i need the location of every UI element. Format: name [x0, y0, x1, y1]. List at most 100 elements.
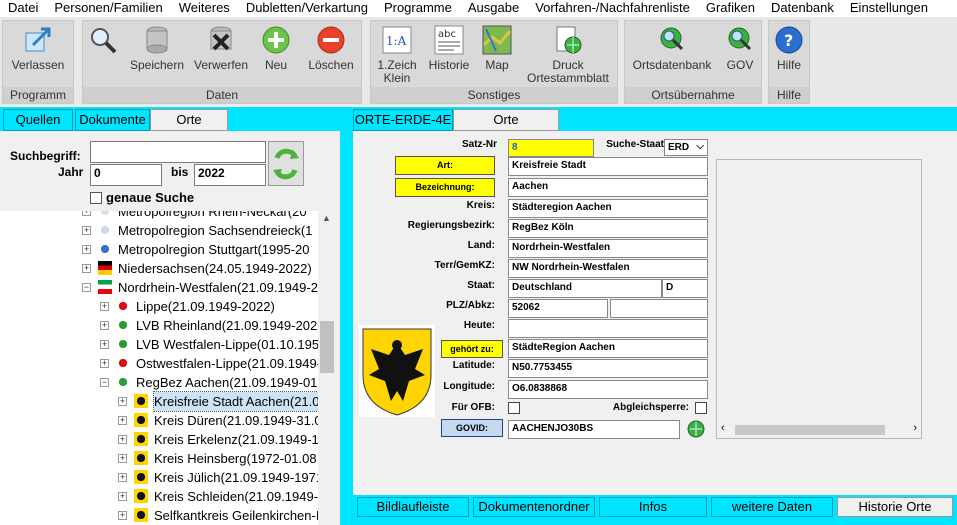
bezeichnung-field[interactable]: Aachen: [508, 178, 708, 197]
tree-item[interactable]: + LVB Westfalen-Lippe(01.10.195:: [0, 335, 318, 354]
bezeichnung-button[interactable]: Bezeichnung:: [395, 178, 495, 197]
zeich-klein-button[interactable]: 1:A 1.Zeich Klein: [371, 21, 423, 89]
tab-orte[interactable]: Orte: [150, 109, 228, 131]
expand-icon[interactable]: +: [100, 359, 109, 368]
ortsdatenbank-button[interactable]: Ortsdatenbank: [625, 21, 719, 89]
tree-item[interactable]: + Selfkantkreis Geilenkirchen-I: [0, 506, 318, 525]
menu-datenbank[interactable]: Datenbank: [763, 0, 842, 17]
art-field[interactable]: Kreisfreie Stadt: [508, 157, 708, 176]
tab-dokumente[interactable]: Dokumente: [75, 109, 150, 131]
loeschen-button[interactable]: Löschen: [301, 21, 361, 89]
terr-field[interactable]: NW Nordrhein-Westfalen: [508, 259, 708, 278]
regbez-field[interactable]: RegBez Köln: [508, 219, 708, 238]
tree-item[interactable]: − RegBez Aachen(21.09.1949-01.(: [0, 373, 318, 392]
neu-button[interactable]: Neu: [251, 21, 301, 89]
expand-icon[interactable]: +: [118, 454, 127, 463]
menu-programme[interactable]: Programme: [376, 0, 460, 17]
tab-dokumentenordner[interactable]: Dokumentenordner: [473, 497, 595, 517]
map-button[interactable]: Map: [475, 21, 519, 89]
staat-code-field[interactable]: D: [662, 279, 708, 298]
expand-icon[interactable]: +: [82, 264, 91, 273]
splitter-bar[interactable]: [340, 107, 353, 525]
gov-button[interactable]: GOV: [719, 21, 761, 89]
land-field[interactable]: Nordrhein-Westfalen: [508, 239, 708, 258]
expand-icon[interactable]: +: [118, 511, 127, 520]
image-hscrollbar[interactable]: ‹ ›: [717, 422, 921, 438]
menu-weiteres[interactable]: Weiteres: [171, 0, 238, 17]
art-button[interactable]: Art:: [395, 156, 495, 175]
menu-datei[interactable]: Datei: [0, 0, 46, 17]
tab-historie-orte[interactable]: Historie Orte: [837, 497, 953, 517]
suche-staat-select[interactable]: ERD ⌵: [664, 139, 708, 156]
tab-orte-detail[interactable]: Orte: [453, 109, 559, 131]
tree-item[interactable]: + Kreis Heinsberg(1972-01.08: [0, 449, 318, 468]
menu-vorfahren[interactable]: Vorfahren-/Nachfahrenliste: [527, 0, 698, 17]
hilfe-button[interactable]: ? Hilfe: [769, 21, 809, 89]
verwerfen-button[interactable]: Verwerfen: [191, 21, 251, 89]
verlassen-button[interactable]: Verlassen: [3, 21, 73, 89]
search-input[interactable]: [90, 141, 266, 163]
longitude-field[interactable]: O6.0838868: [508, 380, 708, 399]
kreis-field[interactable]: Städteregion Aachen: [508, 199, 708, 218]
tree-item[interactable]: + Kreis Schleiden(21.09.1949-': [0, 487, 318, 506]
refresh-button[interactable]: [268, 141, 304, 186]
expand-icon[interactable]: +: [118, 416, 127, 425]
scroll-up-icon[interactable]: ▲: [322, 213, 331, 223]
tab-quellen[interactable]: Quellen: [3, 109, 73, 131]
heute-field[interactable]: [508, 319, 708, 338]
speichern-button[interactable]: Speichern: [123, 21, 191, 89]
expand-icon[interactable]: +: [118, 492, 127, 501]
gov-lookup-button[interactable]: [687, 420, 705, 438]
abgleichsperre-checkbox[interactable]: [695, 402, 707, 414]
expand-icon[interactable]: +: [82, 226, 91, 235]
tab-orte-erde[interactable]: ORTE-ERDE-4E: [353, 109, 453, 131]
satznr-field[interactable]: 8: [508, 139, 594, 157]
expand-icon[interactable]: +: [118, 397, 127, 406]
menu-dubletten[interactable]: Dubletten/Verkartung: [238, 0, 376, 17]
govid-button[interactable]: GOVID:: [441, 419, 503, 437]
tree-item[interactable]: + Kreis Düren(21.09.1949-31.0: [0, 411, 318, 430]
tree-scrollbar[interactable]: ▲: [318, 211, 336, 525]
menu-grafiken[interactable]: Grafiken: [698, 0, 763, 17]
image-hscroll-thumb[interactable]: [735, 425, 885, 435]
tree-item[interactable]: − Nordrhein-Westfalen(21.09.1949-2: [0, 278, 318, 297]
collapse-icon[interactable]: −: [100, 378, 109, 387]
jahr-from-input[interactable]: 0: [90, 164, 162, 186]
ofb-checkbox[interactable]: [508, 402, 520, 414]
menu-einstellungen[interactable]: Einstellungen: [842, 0, 936, 17]
scroll-right-icon[interactable]: ›: [913, 422, 917, 434]
exact-search-checkbox[interactable]: [90, 192, 102, 204]
menu-personen-familien[interactable]: Personen/Familien: [46, 0, 170, 17]
tree-item[interactable]: + Kreisfreie Stadt Aachen(21.0: [0, 391, 318, 412]
tree-item[interactable]: + Niedersachsen(24.05.1949-2022): [0, 259, 318, 278]
tree-item[interactable]: + LVB Rheinland(21.09.1949-2022: [0, 316, 318, 335]
menu-ausgabe[interactable]: Ausgabe: [460, 0, 527, 17]
scroll-left-icon[interactable]: ‹: [721, 422, 725, 434]
expand-icon[interactable]: +: [100, 340, 109, 349]
tree-item[interactable]: + Lippe(21.09.1949-2022): [0, 297, 318, 316]
tree-item[interactable]: + Metropolregion Rhein-Neckar(20: [0, 211, 318, 221]
tab-bildlaufleiste[interactable]: Bildlaufleiste: [357, 497, 469, 517]
tree-item[interactable]: + Metropolregion Stuttgart(1995-20: [0, 240, 318, 259]
plz-field[interactable]: 52062: [508, 299, 608, 318]
tree-item[interactable]: + Ostwestfalen-Lippe(21.09.1949-: [0, 354, 318, 373]
expand-icon[interactable]: +: [82, 211, 91, 216]
collapse-icon[interactable]: −: [82, 283, 91, 292]
expand-icon[interactable]: +: [82, 245, 91, 254]
tab-infos[interactable]: Infos: [599, 497, 707, 517]
expand-icon[interactable]: +: [100, 321, 109, 330]
govid-field[interactable]: AACHENJO30BS: [508, 420, 680, 439]
plz-secondary-field[interactable]: [610, 299, 708, 318]
scrollbar-thumb[interactable]: [320, 321, 334, 373]
tree-item[interactable]: + Kreis Erkelenz(21.09.1949-1!: [0, 430, 318, 449]
jahr-to-input[interactable]: 2022: [194, 164, 266, 186]
expand-icon[interactable]: +: [100, 302, 109, 311]
historie-button[interactable]: abc Historie: [423, 21, 475, 89]
tree-item[interactable]: + Metropolregion Sachsendreieck(1: [0, 221, 318, 240]
expand-icon[interactable]: +: [118, 473, 127, 482]
search-button[interactable]: [83, 21, 123, 89]
gehoert-zu-button[interactable]: gehört zu:: [441, 340, 503, 358]
expand-icon[interactable]: +: [118, 435, 127, 444]
tab-weitere-daten[interactable]: weitere Daten: [711, 497, 833, 517]
druck-ortestammblatt-button[interactable]: Druck Ortestammblatt: [519, 21, 617, 89]
